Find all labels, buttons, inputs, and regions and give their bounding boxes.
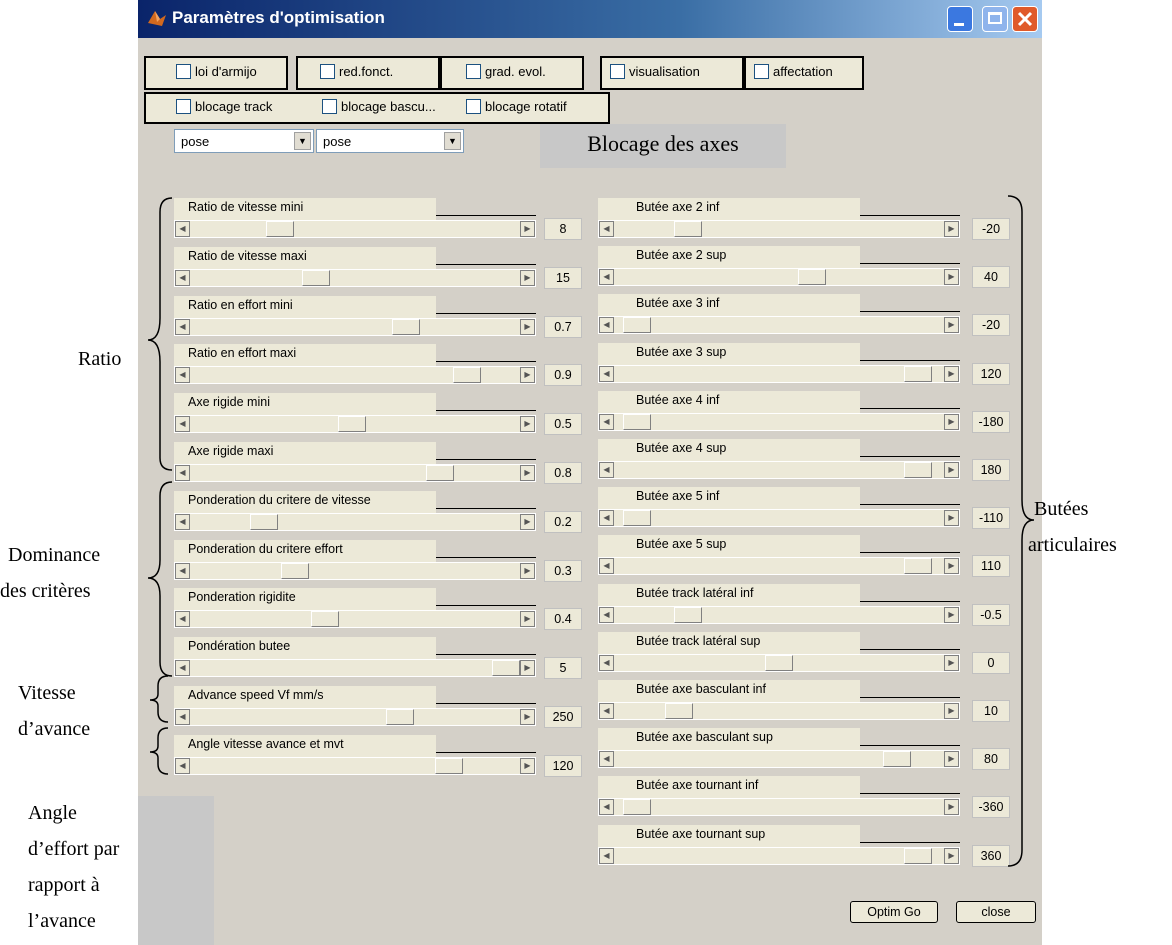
optim-go-button[interactable]: Optim Go bbox=[850, 901, 938, 923]
annotation-ratio: Ratio bbox=[78, 348, 122, 370]
annotation-des-criteres: des critères bbox=[0, 580, 91, 602]
annotation-deffort-par: d’effort par bbox=[28, 838, 120, 860]
annotation-dominance: Dominance bbox=[8, 544, 101, 566]
close-button[interactable]: close bbox=[956, 901, 1036, 923]
annotation-angle: Angle bbox=[28, 802, 77, 824]
annotation-articulaires: articulaires bbox=[1028, 534, 1117, 556]
annotation-vitesse: Vitesse bbox=[18, 682, 76, 704]
annotation-butees: Butées bbox=[1034, 498, 1089, 520]
gray-panel bbox=[138, 796, 214, 945]
annotation-rapport-a: rapport à bbox=[28, 874, 100, 896]
annotation-davance: d’avance bbox=[18, 718, 91, 740]
annotation-lavance: l’avance bbox=[28, 910, 96, 932]
